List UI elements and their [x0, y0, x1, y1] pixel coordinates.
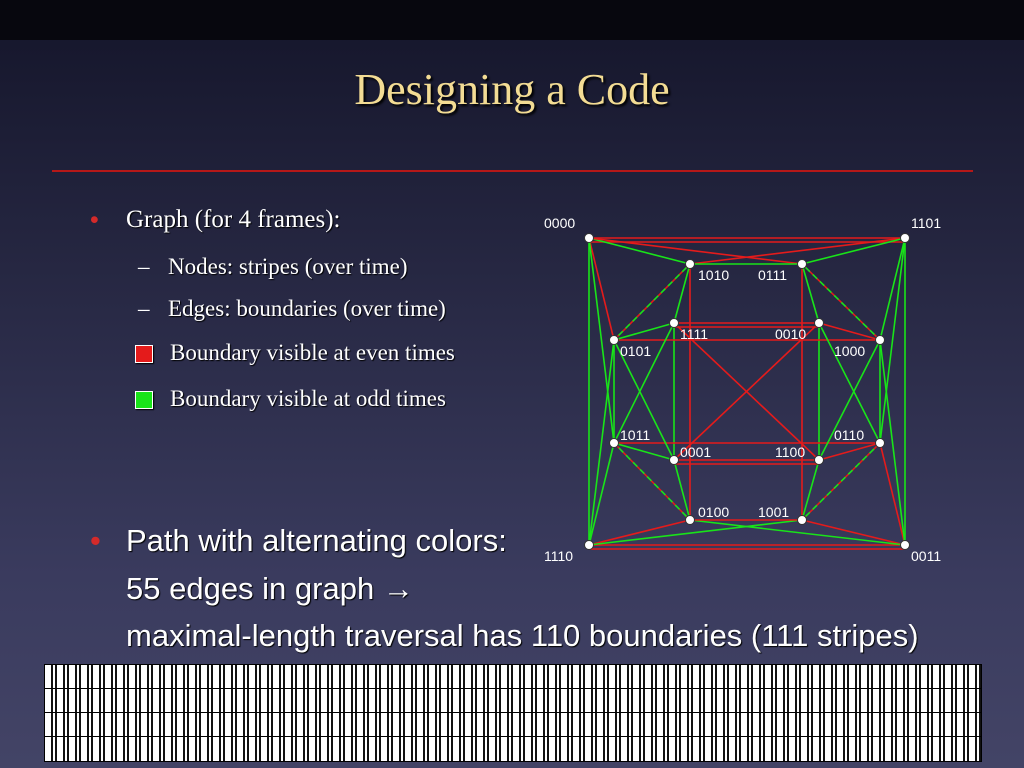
graph-node-label: 1101: [911, 215, 941, 231]
graph-node-label: 0001: [680, 444, 711, 460]
graph-node: [584, 540, 594, 550]
graph-node: [669, 455, 679, 465]
graph-node: [797, 259, 807, 269]
graph-node-label: 0011: [911, 548, 941, 564]
graph-edge: [879, 442, 906, 546]
stripe-code-strip-2: [44, 688, 982, 714]
stripe-code-strip-3: [44, 712, 982, 738]
graph-edge: [689, 519, 906, 546]
graph-node: [609, 335, 619, 345]
graph-node-label: 1000: [834, 343, 865, 359]
graph-node-label: 1001: [758, 504, 789, 520]
graph-edge: [818, 322, 881, 444]
graph-node-label: 0111: [758, 267, 787, 283]
graph-node: [685, 259, 695, 269]
graph-node: [875, 438, 885, 448]
stripe-code-strip-4: [44, 736, 982, 762]
graph-edge: [613, 322, 675, 444]
graph-node: [900, 540, 910, 550]
graph-node: [669, 318, 679, 328]
graph-node-label: 0010: [775, 326, 806, 342]
graph-node: [797, 515, 807, 525]
graph-node-label: 0000: [544, 215, 575, 231]
graph-node-label: 0110: [834, 427, 864, 443]
graph-node-label: 1111: [680, 326, 708, 342]
graph-edge: [588, 442, 615, 546]
graph-node: [584, 233, 594, 243]
graph-edge: [801, 519, 906, 546]
graph-node-label: 1011: [620, 427, 650, 443]
graph-node: [814, 318, 824, 328]
graph-edge: [588, 519, 803, 546]
graph-edge: [588, 519, 691, 546]
graph-node: [814, 455, 824, 465]
graph-node-label: 1010: [698, 267, 729, 283]
graph-node: [685, 515, 695, 525]
graph-node-label: 1110: [544, 548, 573, 564]
graph-edge: [879, 237, 906, 341]
graph-node: [875, 335, 885, 345]
graph-edge: [588, 237, 615, 341]
graph-node: [900, 233, 910, 243]
graph-node-label: 1100: [775, 444, 805, 460]
graph-node-label: 0100: [698, 504, 729, 520]
graph-node-label: 0101: [620, 343, 651, 359]
stripe-code-strip-1: [44, 664, 982, 690]
hypercube-graph: 0000 1101 1010 0111 1111 0010 0101 1000 1011 0110…: [544, 215, 941, 564]
graph-node: [609, 438, 619, 448]
